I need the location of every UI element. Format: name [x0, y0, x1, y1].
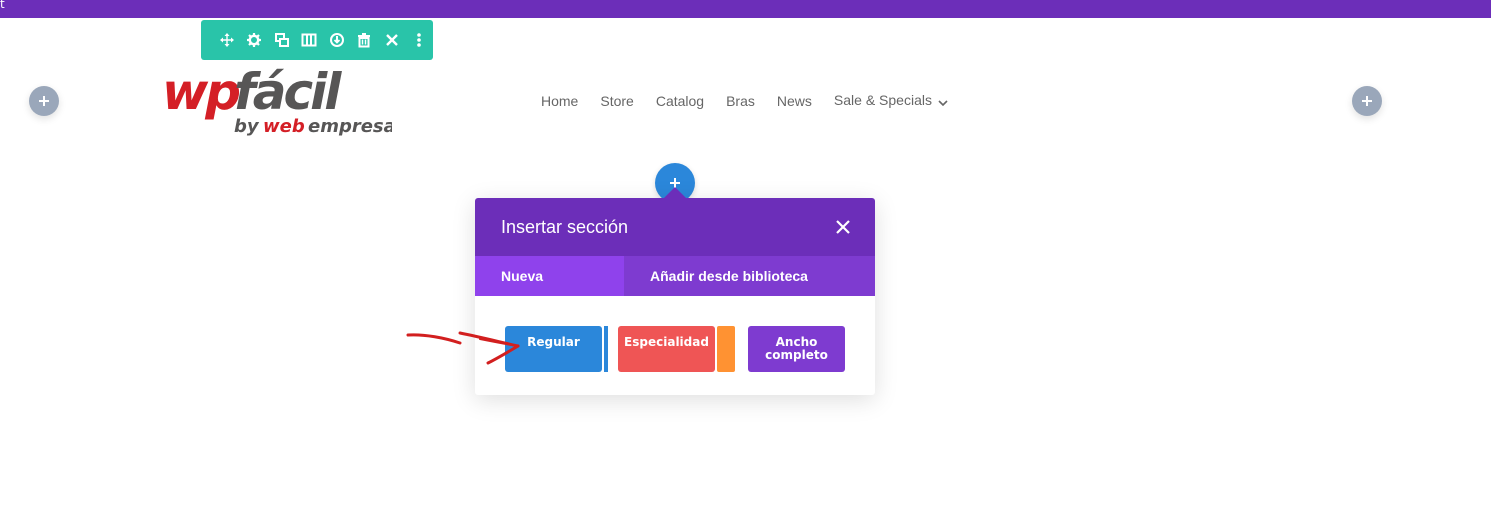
fullwidth-label-line2: completo [765, 348, 828, 362]
top-admin-bar: t [0, 0, 1491, 18]
svg-text:web: web [263, 116, 305, 137]
svg-text:by: by [234, 116, 260, 137]
site-logo[interactable]: wp fácil by web empresa [162, 60, 396, 140]
svg-text:empresa: empresa [308, 116, 392, 137]
columns-icon[interactable] [296, 20, 324, 60]
section-type-options: Regular Especialidad Ancho completo [505, 326, 845, 372]
chevron-down-icon [938, 93, 948, 109]
more-icon[interactable] [406, 20, 434, 60]
insert-section-modal: Insertar sección Nueva sección Añadir de… [475, 187, 875, 395]
nav-item-news[interactable]: News [777, 93, 812, 109]
plus-icon [1362, 96, 1372, 106]
tab-new-section[interactable]: Nueva sección [475, 256, 624, 324]
nav-item-bras[interactable]: Bras [726, 93, 755, 109]
modal-pointer [664, 187, 686, 198]
nav-item-store[interactable]: Store [600, 93, 633, 109]
main-navigation: Home Store Catalog Bras News Sale & Spec… [541, 92, 948, 109]
modal-tabs: Nueva sección Añadir desde biblioteca [475, 256, 875, 324]
add-column-left-button[interactable] [29, 86, 59, 116]
row-settings-toolbar [201, 20, 433, 60]
nav-item-catalog[interactable]: Catalog [656, 93, 704, 109]
close-icon[interactable] [835, 219, 851, 235]
delete-icon[interactable] [351, 20, 379, 60]
regular-section-accent [604, 326, 608, 372]
settings-icon[interactable] [241, 20, 269, 60]
nav-item-sale-specials-label: Sale & Specials [833, 92, 932, 108]
save-icon[interactable] [323, 20, 351, 60]
plus-icon [39, 96, 49, 106]
move-icon[interactable] [213, 20, 241, 60]
svg-text:wp: wp [162, 63, 239, 121]
topbar-text-fragment: t [0, 0, 5, 11]
annotation-arrow-icon [406, 331, 520, 365]
svg-text:fácil: fácil [234, 63, 342, 121]
tab-add-from-library[interactable]: Añadir desde biblioteca [624, 256, 834, 296]
duplicate-icon[interactable] [268, 20, 296, 60]
specialty-section-accent [717, 326, 735, 372]
nav-item-home[interactable]: Home [541, 93, 578, 109]
fullwidth-label-line1: Ancho [775, 335, 818, 349]
add-column-right-button[interactable] [1352, 86, 1382, 116]
modal-header: Insertar sección [475, 198, 875, 256]
fullwidth-section-button[interactable]: Ancho completo [748, 326, 845, 372]
close-icon[interactable] [378, 20, 406, 60]
modal-title: Insertar sección [501, 217, 629, 237]
nav-item-sale-specials[interactable]: Sale & Specials [834, 92, 948, 109]
specialty-section-button[interactable]: Especialidad [618, 326, 715, 372]
